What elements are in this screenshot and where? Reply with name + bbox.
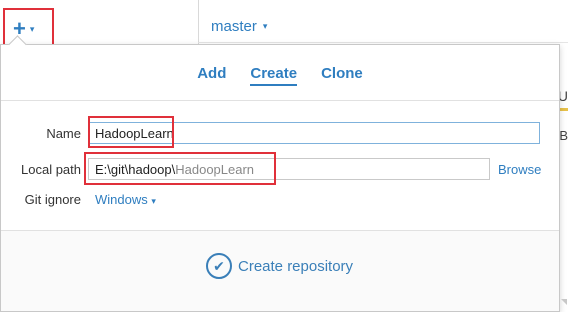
background-text-fragment: B [559, 128, 568, 143]
tab-add[interactable]: Add [197, 65, 226, 86]
local-path-suffix: HadoopLearn [175, 162, 255, 177]
scroll-down-icon[interactable] [561, 299, 567, 305]
name-label: Name [46, 126, 81, 141]
toolbar-divider [198, 42, 568, 43]
chevron-down-icon: ▾ [262, 21, 268, 31]
tab-clone[interactable]: Clone [321, 65, 363, 86]
name-input-value: HadoopLearn [95, 126, 174, 141]
tab-create[interactable]: Create [250, 65, 298, 86]
chevron-down-icon: ▾ [29, 24, 35, 34]
git-ignore-label: Git ignore [24, 192, 81, 207]
branch-name: master [211, 18, 257, 35]
chevron-down-icon: ▾ [151, 196, 156, 206]
branch-selector[interactable]: master ▾ [211, 18, 267, 35]
create-form: Name HadoopLearn Local path E:\git\hadoo… [1, 101, 559, 229]
new-repository-popup: Add Create Clone Name HadoopLearn Local … [0, 44, 560, 312]
name-input[interactable]: HadoopLearn [88, 122, 540, 144]
create-repository-button[interactable]: ✔ Create repository [206, 253, 353, 279]
dialog-footer: ✔ Create repository [1, 231, 559, 311]
local-path-label: Local path [21, 162, 81, 177]
git-ignore-dropdown[interactable]: Windows ▾ [95, 192, 156, 207]
local-path-prefix: E:\git\hadoop\ [95, 162, 176, 177]
repository-mode-tabs: Add Create Clone [1, 65, 559, 86]
git-ignore-value: Windows [95, 192, 148, 207]
create-repository-label: Create repository [238, 257, 354, 275]
background-status-bar [560, 108, 568, 111]
local-path-input[interactable]: E:\git\hadoop\HadoopLearn [88, 158, 490, 180]
browse-button[interactable]: Browse [498, 162, 541, 177]
checkmark-circle-icon: ✔ [206, 253, 232, 279]
